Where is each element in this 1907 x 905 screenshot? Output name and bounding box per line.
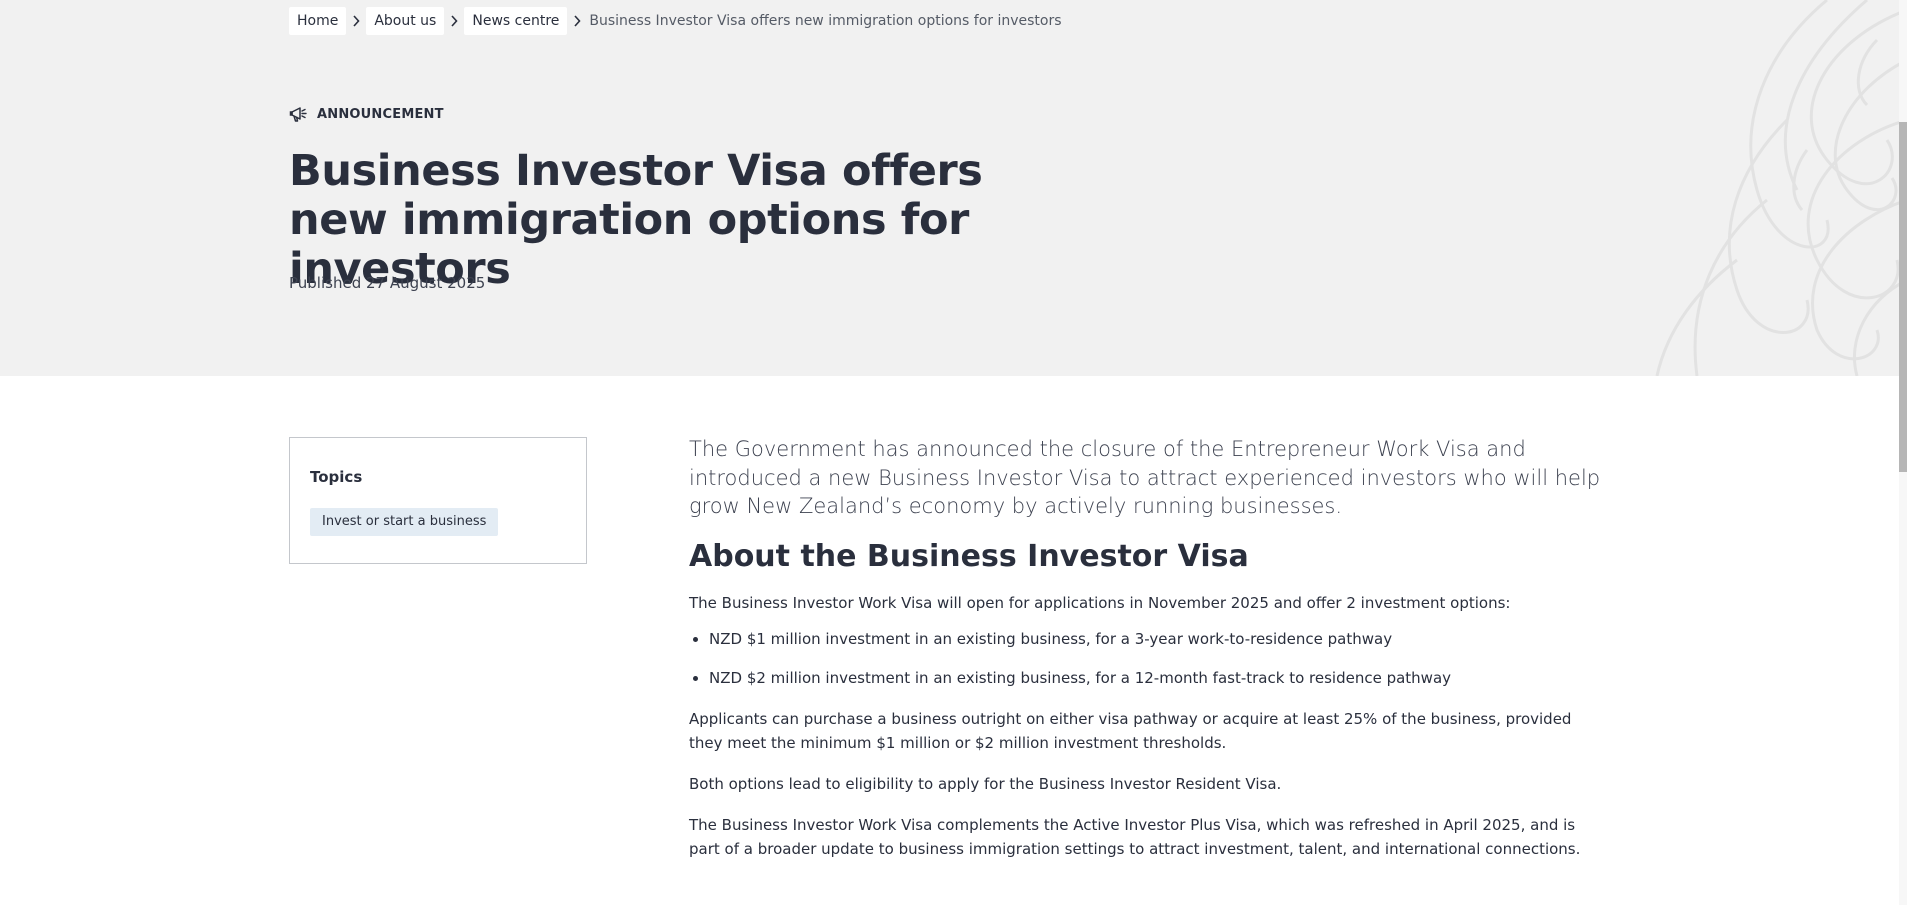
list-item: NZD $1 million investment in an existing… [709,627,1609,651]
article-lead: The Government has announced the closure… [689,437,1601,518]
published-date: Published 27 August 2025 [289,274,486,292]
chevron-right-icon [444,15,464,27]
article-paragraph: The Business Investor Work Visa compleme… [689,815,1581,858]
investment-options-list: NZD $1 million investment in an existing… [689,627,1609,690]
hero-banner: Home About us News centre Business Inves… [0,0,1907,376]
section-heading: About the Business Investor Visa [689,538,1249,574]
list-item: NZD $2 million investment in an existing… [709,666,1609,690]
chevron-right-icon [346,15,366,27]
koru-pattern-decoration [1655,0,1907,376]
scrollbar[interactable] [1899,0,1907,905]
breadcrumb-about-us-link[interactable]: About us [366,7,445,35]
article-paragraph: Both options lead to eligibility to appl… [689,774,1282,793]
breadcrumb-current-page: Business Investor Visa offers new immigr… [589,13,1062,29]
chevron-right-icon [567,15,587,27]
breadcrumb: Home About us News centre Business Inves… [289,7,1062,35]
topic-tag-invest-or-start-a-business[interactable]: Invest or start a business [310,508,499,536]
breadcrumb-home-link[interactable]: Home [289,7,347,35]
article-category: ANNOUNCEMENT [289,104,444,124]
megaphone-icon [289,107,307,122]
scrollbar-thumb[interactable] [1899,122,1907,472]
topics-heading: Topics [310,468,363,486]
article-paragraph: Applicants can purchase a business outri… [689,709,1572,752]
article-body: The Government has announced the closure… [689,435,1609,861]
page-title: Business Investor Visa offers new immigr… [289,146,983,294]
breadcrumb-news-centre-link[interactable]: News centre [464,7,568,35]
topics-panel: Topics Invest or start a business [289,437,587,564]
article-category-label: ANNOUNCEMENT [317,106,444,122]
article-intro: The Business Investor Work Visa will ope… [689,593,1511,612]
